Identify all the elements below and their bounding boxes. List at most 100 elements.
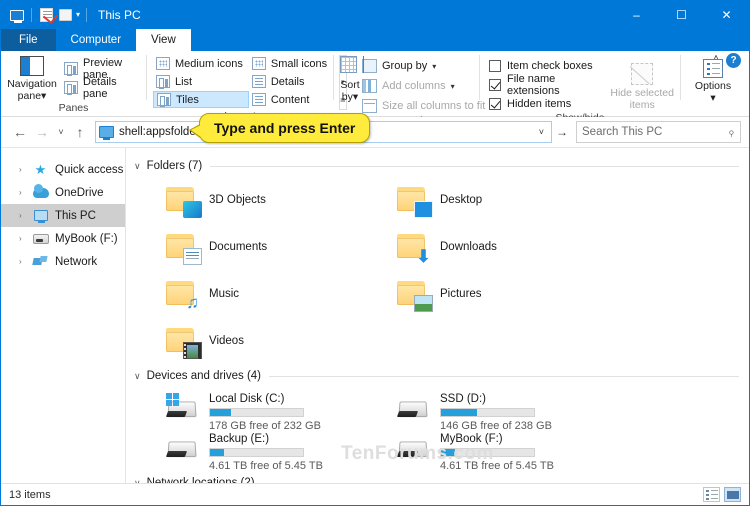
window-controls: – ☐ ✕ xyxy=(614,1,749,29)
layout-details-label: Details xyxy=(270,75,305,88)
list-item[interactable]: 3D Objects xyxy=(134,176,365,223)
new-folder-icon[interactable] xyxy=(57,7,73,23)
layout-list[interactable]: List xyxy=(153,73,249,90)
group-by-button[interactable]: Group by ▾ xyxy=(362,57,485,75)
folder-downloads-icon: ⬇ xyxy=(395,230,431,265)
details-pane-toggle[interactable]: Details pane xyxy=(61,76,140,100)
layout-content[interactable]: Content xyxy=(249,91,337,108)
preview-pane-icon xyxy=(64,62,78,76)
file-name-extensions-label: File name extensions xyxy=(507,72,560,97)
sidebar-item-quick-access[interactable]: › ★ Quick access xyxy=(1,158,125,181)
sidebar-item-mybook[interactable]: › MyBook (F:) xyxy=(1,227,125,250)
item-check-boxes-option[interactable]: Item check boxes xyxy=(486,57,602,74)
layout-content-label: Content xyxy=(270,93,310,106)
large-icons-view-icon[interactable] xyxy=(724,487,741,502)
tabbar-filler xyxy=(190,29,749,51)
options-button[interactable]: Options ▾ xyxy=(687,57,739,104)
tab-computer[interactable]: Computer xyxy=(56,29,137,51)
group-header-devices-and-drives[interactable]: ∨ Devices and drives (4) xyxy=(134,366,739,386)
list-item[interactable]: Documents xyxy=(134,223,365,270)
checkbox-checked-icon[interactable] xyxy=(489,78,501,91)
search-icon: ⌕ xyxy=(723,124,739,139)
desktop-badge-icon xyxy=(414,200,433,218)
add-columns-label: Add columns xyxy=(382,80,446,92)
chevron-right-icon[interactable]: › xyxy=(19,211,32,220)
back-button[interactable]: ← xyxy=(9,121,31,143)
list-item[interactable]: Desktop xyxy=(365,176,596,223)
chevron-right-icon[interactable]: › xyxy=(19,234,32,243)
details-view-icon[interactable] xyxy=(703,487,720,502)
chevron-down-icon: ▾ xyxy=(41,90,47,103)
tiles-icon xyxy=(157,93,171,107)
sidebar-item-network[interactable]: › Network xyxy=(1,250,125,273)
sort-by-label-1: Sort xyxy=(340,79,360,91)
checkbox-icon[interactable] xyxy=(489,59,501,72)
forward-button[interactable]: → xyxy=(31,121,53,143)
go-button[interactable]: → xyxy=(552,121,572,143)
chevron-right-icon[interactable]: › xyxy=(19,165,32,174)
list-item[interactable]: Pictures xyxy=(365,270,596,317)
search-input[interactable]: Search This PC xyxy=(582,126,662,138)
toolbar-divider-2 xyxy=(86,8,88,22)
drive-backup-icon xyxy=(164,433,200,467)
tab-file[interactable]: File xyxy=(1,29,56,51)
list-item-label: Desktop xyxy=(440,193,483,206)
close-button[interactable]: ✕ xyxy=(704,1,749,29)
tab-view[interactable]: View xyxy=(136,29,191,51)
sidebar-label: Quick access xyxy=(55,163,124,176)
options-icon xyxy=(703,59,723,78)
sidebar-item-onedrive[interactable]: › OneDrive xyxy=(1,181,125,204)
list-item[interactable]: Backup (E:) 4.61 TB free of 5.45 TB xyxy=(134,430,365,472)
sidebar-item-this-pc[interactable]: › This PC xyxy=(1,204,125,227)
folder-documents-icon xyxy=(164,230,202,265)
checkbox-checked-icon[interactable] xyxy=(489,97,501,110)
chevron-down-icon[interactable]: ˅ xyxy=(534,127,549,137)
list-item[interactable]: MyBook (F:) 4.61 TB free of 5.45 TB xyxy=(365,430,596,472)
up-button[interactable]: ↑ xyxy=(69,121,91,143)
list-item[interactable]: Videos xyxy=(134,317,365,364)
maximize-button[interactable]: ☐ xyxy=(659,1,704,29)
group-header-label: Devices and drives (4) xyxy=(146,370,261,382)
computer-icon xyxy=(99,126,114,140)
chevron-down-icon[interactable]: ▾ xyxy=(76,11,80,19)
chevron-right-icon[interactable]: › xyxy=(19,188,32,197)
sidebar-label: OneDrive xyxy=(55,186,104,199)
preview-pane-toggle[interactable]: Preview pane xyxy=(61,57,140,81)
drive-usage-bar xyxy=(440,448,535,457)
hidden-items-option[interactable]: Hidden items xyxy=(486,95,602,112)
sidebar-label: MyBook (F:) xyxy=(55,232,118,245)
ribbon: ˄ ? Navigation pane▾ Preview pane xyxy=(1,51,749,127)
list-item[interactable]: SSD (D:) 146 GB free of 238 GB xyxy=(365,390,596,432)
layout-small-icons[interactable]: Small icons xyxy=(249,55,337,72)
ribbon-tabs: File Computer View xyxy=(1,29,749,51)
minimize-button[interactable]: – xyxy=(614,1,659,29)
folder-3d-objects-icon xyxy=(164,183,202,218)
list-item[interactable]: ♫ Music xyxy=(134,270,365,317)
size-columns-button[interactable]: Size all columns to fit xyxy=(362,97,485,115)
search-box[interactable]: Search This PC ⌕ xyxy=(576,121,741,143)
folder-videos-icon xyxy=(164,324,202,359)
group-by-label: Group by xyxy=(382,60,428,72)
picture-badge-icon xyxy=(414,294,433,312)
properties-icon[interactable] xyxy=(38,7,54,23)
chevron-down-icon[interactable]: ∨ xyxy=(134,371,141,382)
drive-mybook-icon xyxy=(395,433,431,467)
size-columns-icon xyxy=(362,99,377,113)
recent-locations-button[interactable]: ˅ xyxy=(53,121,69,143)
computer-icon[interactable] xyxy=(9,7,25,23)
chevron-down-icon[interactable]: ∨ xyxy=(134,161,141,172)
navigation-pane-button[interactable]: Navigation pane▾ xyxy=(7,54,57,102)
layout-medium-icons[interactable]: Medium icons xyxy=(153,55,249,72)
file-name-extensions-option[interactable]: File name extensions xyxy=(486,73,602,97)
drive-usage-bar xyxy=(440,408,535,417)
list-item[interactable]: ⬇ Downloads xyxy=(365,223,596,270)
group-header-folders[interactable]: ∨ Folders (7) xyxy=(134,156,739,176)
hide-selected-items-button[interactable]: Hide selected items xyxy=(610,61,674,111)
layout-column-2: Small icons Details Content xyxy=(249,55,337,108)
layout-details[interactable]: Details xyxy=(249,73,337,90)
add-columns-button[interactable]: Add columns ▾ xyxy=(362,77,485,95)
chevron-right-icon[interactable]: › xyxy=(19,257,32,266)
sort-by-button[interactable]: Sort by▾ xyxy=(340,54,364,103)
list-item[interactable]: Local Disk (C:) 178 GB free of 232 GB xyxy=(134,390,365,432)
layout-tiles[interactable]: Tiles xyxy=(153,91,249,108)
